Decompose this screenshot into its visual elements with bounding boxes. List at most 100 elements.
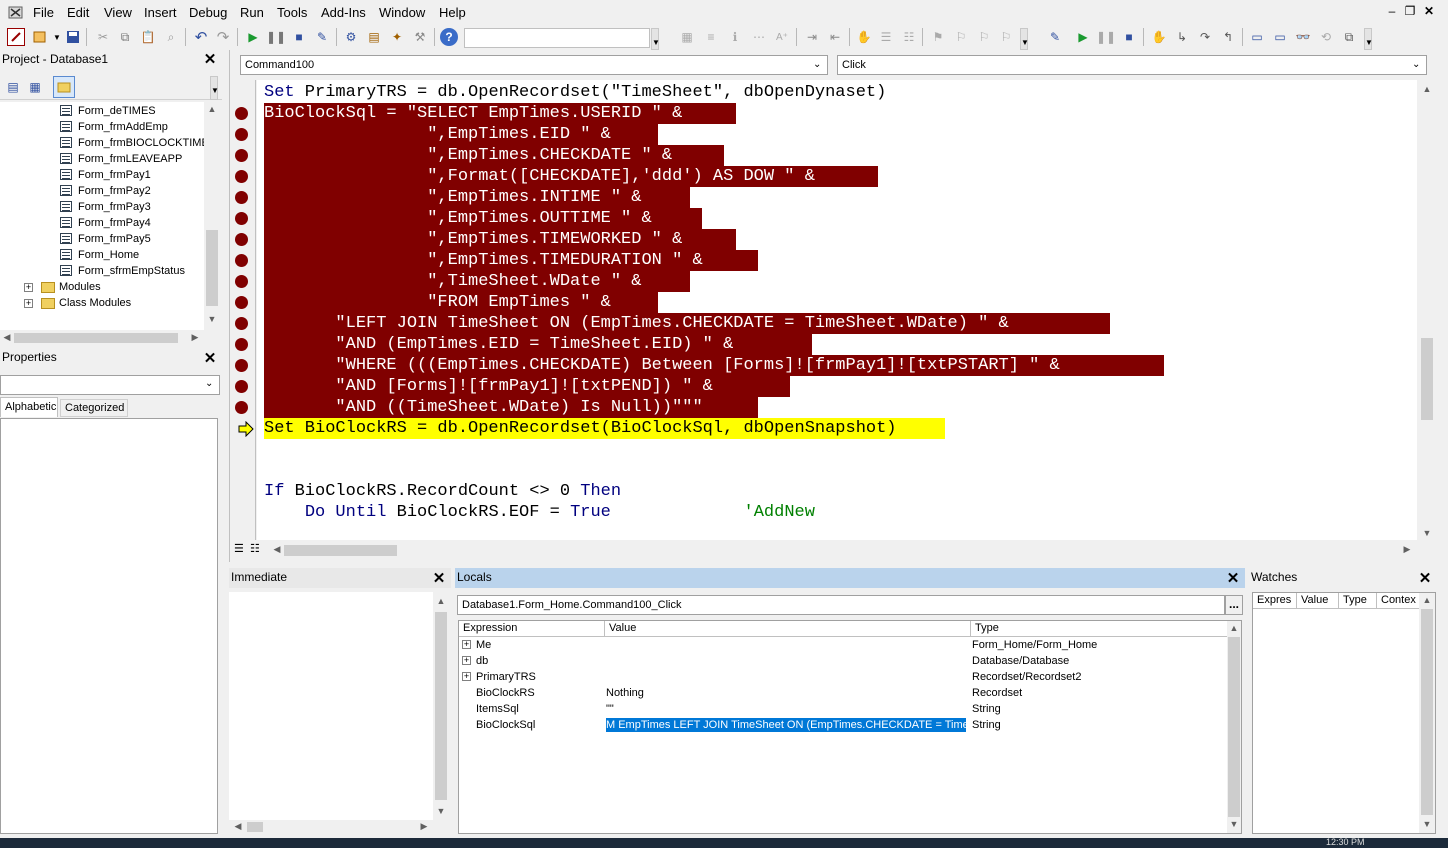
watches-col-value[interactable]: Value (1297, 593, 1339, 609)
locals-row[interactable]: ItemsSql "" String (459, 701, 1225, 717)
breakpoint-icon[interactable] (235, 254, 248, 267)
breakpoint-icon[interactable] (235, 191, 248, 204)
break-2-icon[interactable]: ❚❚ (1096, 28, 1116, 46)
parameter-info-icon[interactable]: ⋯ (750, 28, 768, 46)
watches-vscroll-thumb[interactable] (1421, 609, 1433, 815)
menu-debug[interactable]: Debug (189, 5, 227, 20)
close-watches-icon[interactable]: ✕ (1417, 571, 1433, 587)
project-vscroll-thumb[interactable] (206, 230, 218, 306)
watches-vscroll[interactable]: ▲ ▼ (1419, 593, 1435, 833)
tab-categorized[interactable]: Categorized (60, 399, 128, 417)
locals-row[interactable]: BioClockSql M EmpTimes LEFT JOIN TimeShee… (459, 717, 1225, 733)
menu-tools[interactable]: Tools (277, 5, 307, 20)
toggle-breakpoint-icon[interactable]: ✋ (855, 28, 873, 46)
full-module-view-icon[interactable]: ☷ (250, 542, 260, 555)
locals-row[interactable]: BioClockRS Nothing Recordset (459, 685, 1225, 701)
code-vscroll-thumb[interactable] (1421, 338, 1433, 420)
immediate-vscroll-thumb[interactable] (435, 612, 447, 800)
menu-view[interactable]: View (104, 5, 132, 20)
tree-item-form-sfrmempstatus[interactable]: Form_sfrmEmpStatus (78, 263, 185, 279)
tree-item-form-home[interactable]: Form_Home (78, 247, 139, 263)
expand-modules-icon[interactable]: + (24, 283, 33, 292)
close-project-icon[interactable]: ✕ (202, 52, 218, 68)
code-hscroll[interactable]: ◀ ▶ (268, 542, 1418, 558)
list-properties-icon[interactable]: ▦ (678, 28, 696, 46)
list-constants-icon[interactable]: ≡ (702, 28, 720, 46)
tree-item-form-frmpay3[interactable]: Form_frmPay3 (78, 199, 151, 215)
tree-item-form-frmpay2[interactable]: Form_frmPay2 (78, 183, 151, 199)
menu-edit[interactable]: Edit (67, 5, 89, 20)
close-properties-icon[interactable]: ✕ (202, 351, 218, 367)
step-out-icon[interactable]: ↰ (1219, 28, 1237, 46)
watches-col-type[interactable]: Type (1339, 593, 1377, 609)
breakpoint-icon[interactable] (235, 107, 248, 120)
find-icon[interactable]: ⌕ (162, 28, 180, 46)
project-hscroll-thumb[interactable] (14, 333, 178, 343)
immediate-hscroll-thumb[interactable] (247, 822, 263, 832)
toolbox-icon[interactable]: ⚒ (411, 28, 429, 46)
call-stack-button[interactable]: ... (1225, 595, 1243, 615)
toolbar-gripper-3[interactable]: ▼ (1364, 28, 1373, 50)
code-vscroll[interactable]: ▲ ▼ (1417, 80, 1437, 540)
locals-row[interactable]: + PrimaryTRS Recordset/Recordset2 (459, 669, 1225, 685)
breakpoint-2-icon[interactable]: ✋ (1150, 28, 1168, 46)
expand-icon[interactable]: + (462, 640, 471, 649)
clear-bookmarks-icon[interactable]: ⚐ (997, 28, 1015, 46)
save-icon[interactable] (64, 28, 82, 46)
breakpoint-icon[interactable] (235, 149, 248, 162)
menu-help[interactable]: Help (439, 5, 466, 20)
project-vscroll[interactable]: ▲ ▼ (204, 102, 220, 330)
expand-icon[interactable]: + (462, 672, 471, 681)
toolbar-gripper-2[interactable]: ▼ (1020, 28, 1029, 50)
restore-icon[interactable]: ❐ (1402, 4, 1418, 18)
tree-item-form-frmaddemp[interactable]: Form_frmAddEmp (78, 119, 168, 135)
locals-value[interactable]: M EmpTimes LEFT JOIN TimeSheet ON (EmpTi… (606, 718, 966, 732)
tree-item-form-frmleaveapp[interactable]: Form_frmLEAVEAPP (78, 151, 182, 167)
menu-file[interactable]: File (33, 5, 54, 20)
toolbar-gripper[interactable]: ▼ (651, 28, 660, 50)
watches-col-expression[interactable]: Expres (1253, 593, 1297, 609)
view-code-icon[interactable]: ▤ (4, 78, 22, 96)
locals-row[interactable]: + Me Form_Home/Form_Home (459, 637, 1225, 653)
minimize-icon[interactable]: – (1384, 4, 1400, 18)
run-icon[interactable]: ▶ (244, 28, 262, 46)
toggle-folders-icon[interactable] (53, 76, 75, 98)
breakpoint-icon[interactable] (235, 380, 248, 393)
toggle-bookmark-icon[interactable]: ⚑ (929, 28, 947, 46)
breakpoint-icon[interactable] (235, 212, 248, 225)
immediate-vscroll[interactable]: ▲ ▼ (433, 592, 449, 820)
project-explorer-icon[interactable]: ⚙ (342, 28, 360, 46)
design-mode-2-icon[interactable]: ✎ (1046, 28, 1064, 46)
view-object-icon[interactable]: ▦ (26, 78, 44, 96)
properties-window-icon[interactable]: ▤ (365, 28, 383, 46)
locals-col-value[interactable]: Value (605, 621, 971, 637)
locals-vscroll-thumb[interactable] (1228, 637, 1240, 817)
menu-insert[interactable]: Insert (144, 5, 177, 20)
project-gripper[interactable]: ▼ (210, 76, 219, 100)
procedure-combo[interactable]: Click ⌄ (837, 55, 1427, 75)
project-hscroll[interactable]: ◀ ▶ (0, 330, 204, 344)
breakpoint-icon[interactable] (235, 233, 248, 246)
locals-window-icon[interactable]: ▭ (1248, 28, 1266, 46)
view-access-icon[interactable] (7, 28, 25, 46)
immediate-text[interactable] (229, 592, 433, 820)
menu-addins[interactable]: Add-Ins (321, 5, 366, 20)
redo-icon[interactable]: ↷ (214, 28, 232, 46)
step-into-icon[interactable]: ↳ (1173, 28, 1191, 46)
help-icon[interactable]: ? (440, 28, 458, 46)
quick-info-icon[interactable]: ℹ (726, 28, 744, 46)
code-hscroll-thumb[interactable] (284, 545, 397, 556)
close-immediate-icon[interactable]: ✕ (431, 571, 447, 587)
breakpoint-icon[interactable] (235, 128, 248, 141)
object-browser-icon[interactable]: ✦ (388, 28, 406, 46)
design-mode-icon[interactable]: ✎ (313, 28, 331, 46)
locals-col-expression[interactable]: Expression (459, 621, 605, 637)
run-2-icon[interactable]: ▶ (1074, 28, 1092, 46)
tree-item-form-frmbioclocktimes[interactable]: Form_frmBIOCLOCKTIMES (78, 135, 204, 151)
expand-class-modules-icon[interactable]: + (24, 299, 33, 308)
immediate-hscroll[interactable]: ◀ ▶ (229, 820, 433, 834)
breakpoint-icon[interactable] (235, 401, 248, 414)
locals-col-type[interactable]: Type (971, 621, 1227, 637)
watch-window-icon[interactable]: 👓 (1294, 28, 1312, 46)
menu-run[interactable]: Run (240, 5, 264, 20)
